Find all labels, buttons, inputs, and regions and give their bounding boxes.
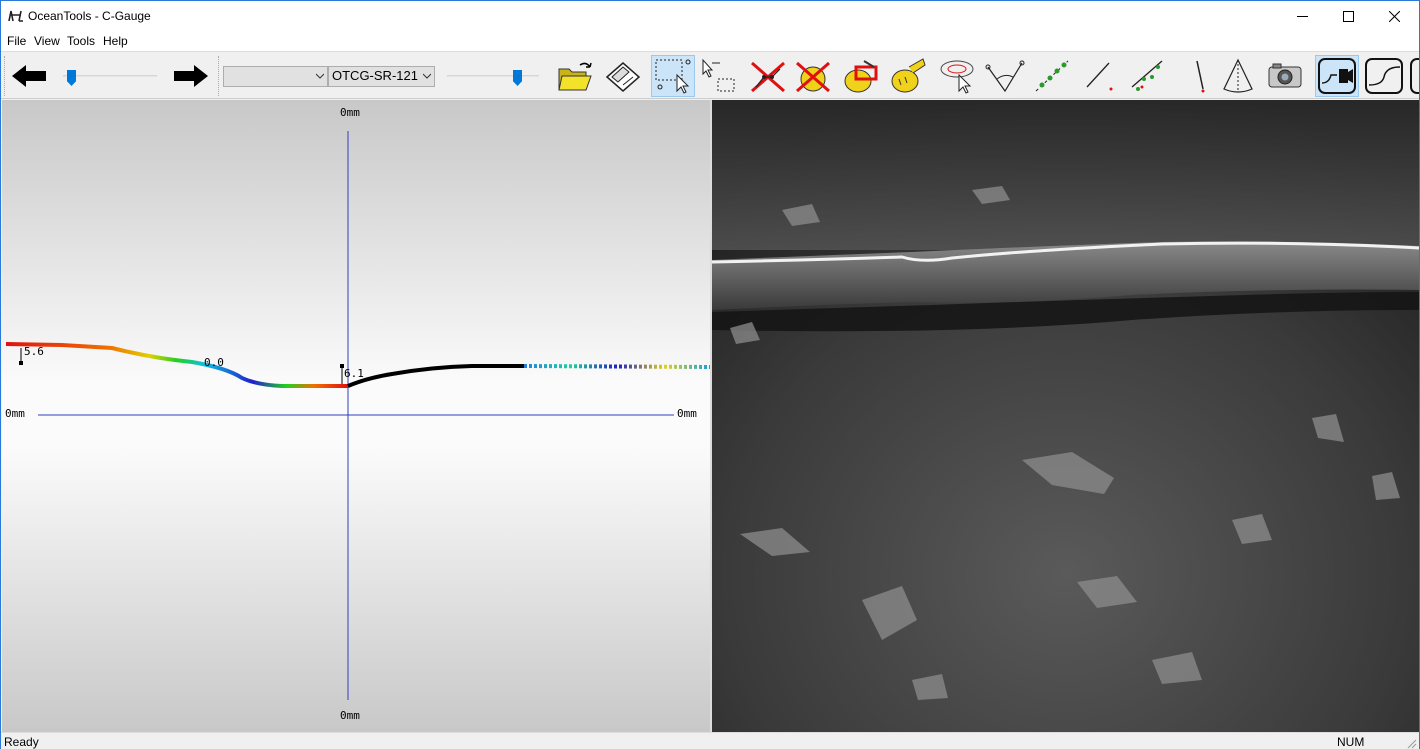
arrow-left-icon (12, 65, 46, 87)
threshold-slider-track (447, 75, 539, 77)
maximize-icon (1342, 10, 1354, 22)
profile-camera-icon (1318, 58, 1356, 94)
measure-label-2: 0.0 (204, 356, 224, 369)
app-logo-icon (8, 10, 23, 22)
chevron-down-icon (423, 72, 431, 80)
profile-camera-button[interactable] (1315, 55, 1359, 97)
minimize-icon (1296, 15, 1308, 17)
threshold-slider-thumb[interactable] (513, 70, 522, 86)
camera-icon (1268, 63, 1302, 88)
point-line-button[interactable] (1030, 55, 1074, 97)
resize-grip-icon[interactable] (1405, 737, 1417, 749)
delete-points-button[interactable] (746, 55, 790, 97)
measure-handle-1[interactable] (19, 361, 23, 365)
chevron-down-icon (316, 73, 324, 79)
angle-button[interactable] (983, 55, 1027, 97)
curve-button[interactable] (1362, 55, 1406, 97)
open-folder-icon (558, 62, 592, 91)
profile-view[interactable]: 0mm 0mm 0mm 0mm 5.6 0.0 6.1 (2, 100, 711, 732)
line-button[interactable] (1077, 55, 1121, 97)
frame-slider[interactable] (63, 70, 157, 86)
delete-points-icon (751, 61, 785, 93)
select-points-icon (655, 59, 691, 94)
app-window: OceanTools - C-Gauge File View Tools Hel… (0, 0, 1420, 749)
select-rectangle-button[interactable] (696, 55, 740, 97)
close-icon (1388, 10, 1400, 22)
frame-slider-thumb[interactable] (67, 70, 76, 86)
status-bar: Ready NUM (1, 732, 1419, 749)
top-axis-label: 0mm (340, 106, 360, 119)
measure-label-3: 6.1 (344, 367, 364, 380)
close-button[interactable] (1371, 1, 1417, 31)
profile-curve-black (347, 364, 524, 388)
num-lock-indicator: NUM (1337, 735, 1365, 749)
vertical-line-button[interactable] (1177, 55, 1221, 97)
clear-measure-button[interactable] (838, 55, 882, 97)
profile-plot[interactable] (2, 100, 711, 732)
delete-all-button[interactable] (791, 55, 835, 97)
rotate-button[interactable] (935, 55, 979, 97)
menu-file[interactable]: File (7, 34, 26, 48)
overflow-button[interactable] (1407, 55, 1419, 97)
menu-view[interactable]: View (34, 34, 60, 48)
point-line-icon (1035, 60, 1069, 92)
point-fit-button[interactable] (1126, 55, 1170, 97)
delete-all-icon (796, 61, 830, 93)
status-text: Ready (4, 735, 39, 749)
line-icon (1086, 62, 1113, 91)
toolbar-grip-2[interactable] (218, 56, 221, 96)
menu-help[interactable]: Help (103, 34, 128, 48)
profile-curve-colored (5, 342, 348, 388)
measure-label-1: 5.6 (24, 345, 44, 358)
device-combo[interactable]: OTCG-SR-121 (328, 66, 435, 87)
arrow-right-icon (174, 65, 208, 87)
point-fit-icon (1131, 60, 1163, 91)
profile-curve-noise (523, 364, 711, 369)
minimize-button[interactable] (1279, 1, 1325, 31)
title-bar: OceanTools - C-Gauge (1, 1, 1419, 32)
vertical-line-icon (1196, 60, 1205, 93)
frame-slider-track (63, 75, 157, 77)
device-combo-value: OTCG-SR-121 (332, 68, 418, 83)
snapshot-button[interactable] (1263, 55, 1307, 97)
toolbar: OTCG-SR-121 (1, 51, 1419, 99)
open-button[interactable] (553, 55, 597, 97)
angle-icon (985, 60, 1025, 93)
channel-combo[interactable] (223, 66, 328, 87)
rotate-icon (940, 60, 974, 94)
maximize-button[interactable] (1325, 1, 1371, 31)
clear-measure-icon (844, 60, 878, 93)
right-axis-label: 0mm (677, 407, 697, 420)
curve-icon (1365, 58, 1403, 94)
next-button[interactable] (169, 55, 213, 97)
save-button[interactable] (600, 55, 644, 97)
camera-image (712, 100, 1419, 732)
bottom-axis-label: 0mm (340, 709, 360, 722)
select-rectangle-icon (702, 58, 735, 92)
select-points-button[interactable] (651, 55, 695, 97)
tape-measure-icon (891, 58, 926, 93)
menu-tools[interactable]: Tools (67, 34, 95, 48)
threshold-slider[interactable] (447, 70, 539, 86)
window-title: OceanTools - C-Gauge (28, 9, 151, 23)
cone-icon (1223, 58, 1253, 93)
camera-view[interactable] (712, 100, 1419, 732)
menu-bar: File View Tools Help (1, 32, 1419, 51)
previous-button[interactable] (7, 55, 51, 97)
left-axis-label: 0mm (5, 407, 25, 420)
overflow-icon (1410, 58, 1419, 94)
save-disk-icon (605, 62, 641, 92)
tape-measure-button[interactable] (885, 55, 929, 97)
cone-button[interactable] (1216, 55, 1260, 97)
